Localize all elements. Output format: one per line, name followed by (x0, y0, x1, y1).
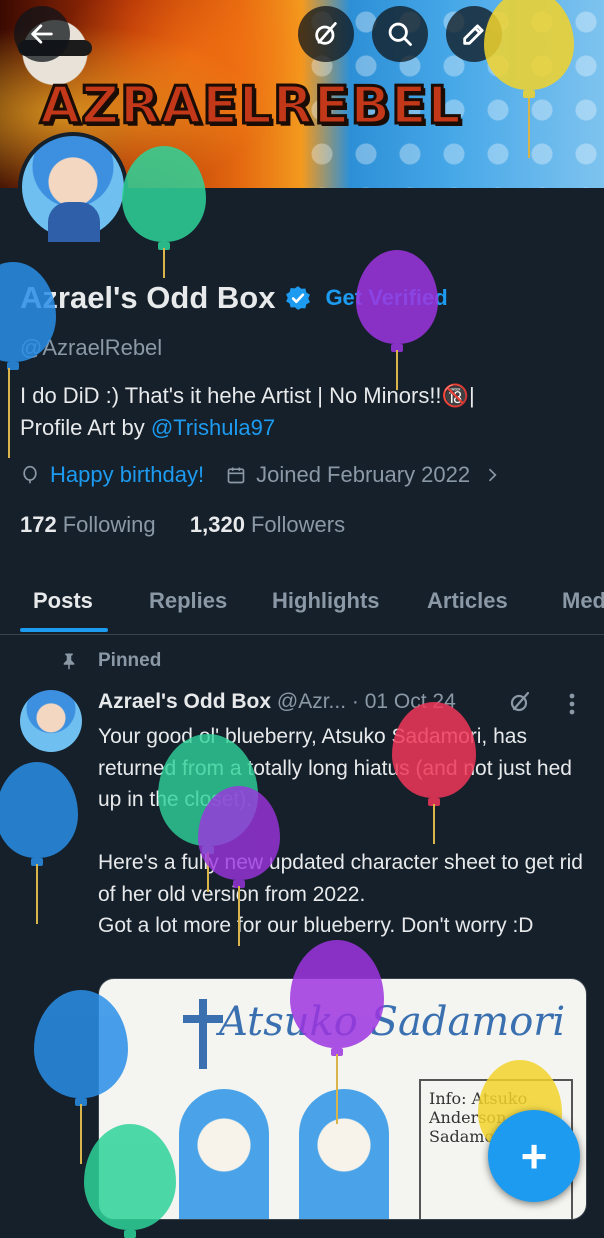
image-cross-bar (183, 1015, 223, 1023)
tab-posts[interactable]: Posts (33, 588, 93, 614)
tab-media[interactable]: Media (562, 588, 604, 614)
image-figure-1 (179, 1089, 269, 1219)
birthday-link[interactable]: Happy birthday! (50, 462, 204, 488)
more-icon[interactable] (568, 692, 576, 716)
post-header: Azrael's Odd Box @Azr... · 01 Oct 24 (98, 690, 456, 714)
post-author-handle[interactable]: @Azr... (277, 690, 346, 713)
profile-avatar[interactable] (18, 132, 128, 242)
balloon-icon (356, 250, 438, 352)
profile-tabs: Posts Replies Highlights Articles Media (0, 580, 604, 635)
following-label: Following (62, 512, 156, 537)
compose-plus-icon: + (520, 1130, 548, 1182)
following-count: 172 (20, 512, 57, 537)
balloon-icon (290, 940, 384, 1056)
profile-meta: Happy birthday! Joined February 2022 (20, 462, 502, 488)
followers-stat[interactable]: 1,320 Followers (190, 512, 345, 537)
balloon-icon (198, 786, 280, 888)
bio-line-2: Profile Art by @Trishula97 (20, 412, 580, 444)
bio-mention-link[interactable]: @Trishula97 (151, 415, 275, 440)
follow-stats: 172 Following 1,320 Followers (20, 512, 345, 538)
banner-title: AZRAELREBEL (39, 75, 463, 138)
pin-icon (63, 653, 75, 670)
image-figure-2 (299, 1089, 389, 1219)
profile-bio: I do DiD :) That's it hehe Artist | No M… (20, 380, 580, 444)
joined-date: Joined February 2022 (256, 462, 471, 487)
followers-label: Followers (250, 512, 346, 537)
calendar-icon (227, 467, 245, 484)
back-button[interactable] (14, 6, 70, 62)
image-cross-art (199, 999, 207, 1069)
balloon-icon (23, 465, 37, 484)
compose-button[interactable]: + (488, 1110, 580, 1202)
following-stat[interactable]: 172 Following (20, 512, 156, 537)
balloon-icon (0, 762, 78, 866)
bio-line-1: I do DiD :) That's it hehe Artist | No M… (20, 383, 475, 408)
tab-highlights[interactable]: Highlights (272, 588, 380, 614)
post-author-avatar[interactable] (20, 690, 82, 752)
back-arrow-icon (31, 24, 53, 44)
pinned-label: Pinned (60, 650, 161, 672)
tab-articles[interactable]: Articles (427, 588, 508, 614)
search-button[interactable] (372, 6, 428, 62)
search-icon (388, 22, 412, 46)
grok-button[interactable] (298, 6, 354, 62)
chevron-right-icon[interactable] (482, 465, 502, 485)
verified-badge-icon[interactable] (285, 285, 311, 311)
balloon-icon (34, 990, 128, 1106)
grok-icon[interactable] (508, 690, 532, 714)
tab-replies[interactable]: Replies (149, 588, 227, 614)
image-title-art: Atsuko Sadamori (219, 999, 566, 1045)
balloon-icon (122, 146, 206, 250)
active-tab-indicator (20, 628, 108, 632)
bio-line-2-prefix: Profile Art by (20, 415, 151, 440)
pinned-text: Pinned (98, 650, 162, 671)
balloon-icon (484, 0, 574, 98)
balloon-icon (84, 1124, 176, 1238)
balloon-icon (392, 702, 476, 806)
grok-icon (315, 22, 337, 45)
post-author-name[interactable]: Azrael's Odd Box (98, 690, 271, 713)
profile-name: Azrael's Odd Box (20, 280, 276, 315)
followers-count: 1,320 (189, 512, 245, 537)
